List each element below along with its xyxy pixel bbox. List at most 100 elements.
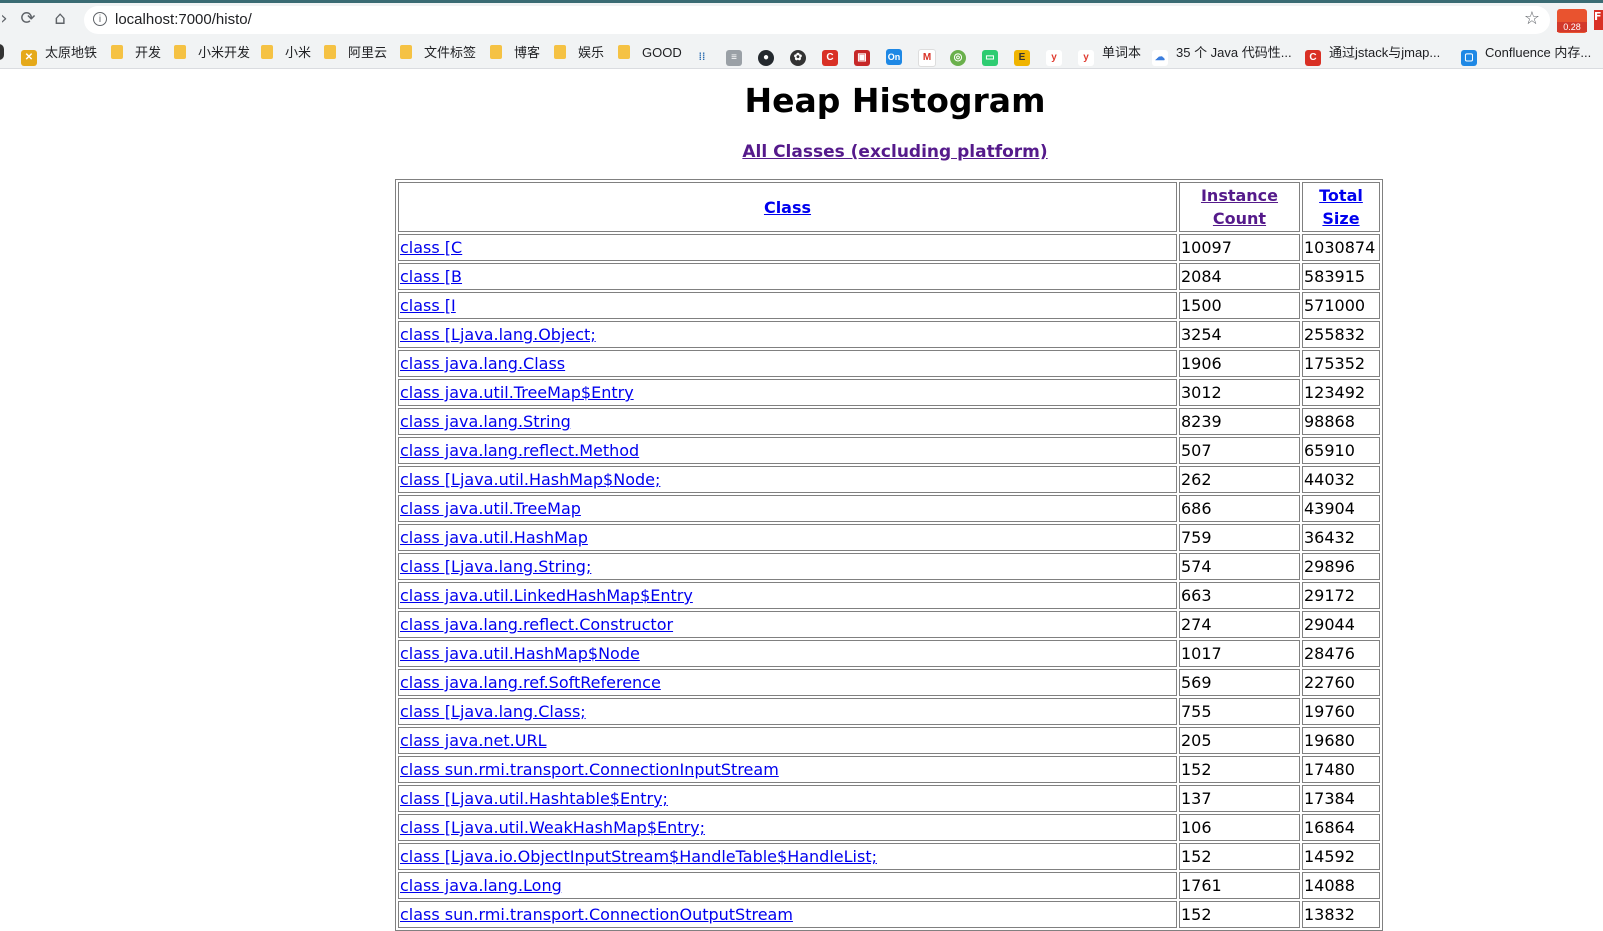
class-link[interactable]: class sun.rmi.transport.ConnectionInputS… [400,760,779,779]
instance-count-cell: 574 [1179,553,1300,580]
class-link[interactable]: class [Ljava.lang.String; [400,557,591,576]
total-size-cell: 29172 [1302,582,1380,609]
class-link[interactable]: class java.lang.Long [400,876,562,895]
bookmark-icon-2[interactable]: ≡ [726,44,750,66]
table-row: class java.lang.Class 1906 175352 [398,350,1380,377]
class-link[interactable]: class java.util.HashMap$Node [400,644,640,663]
bookmark-icon-5[interactable]: C [822,44,846,66]
class-link[interactable]: class java.lang.reflect.Constructor [400,615,673,634]
instance-count-cell: 3012 [1179,379,1300,406]
total-size-cell: 36432 [1302,524,1380,551]
class-link[interactable]: class java.net.URL [400,731,547,750]
class-cell: class java.lang.Long [398,872,1177,899]
on-icon: On [886,49,902,65]
sort-by-count-link[interactable]: Instance Count [1201,186,1278,228]
bookmark-icon-8[interactable]: M [918,44,944,67]
class-link[interactable]: class [Ljava.lang.Object; [400,325,596,344]
all-classes-link[interactable]: All Classes (excluding platform) [0,142,1603,162]
sort-by-class-link[interactable]: Class [764,198,811,217]
forward-icon[interactable]: › [0,9,14,29]
address-bar[interactable]: i localhost:7000/histo/ ☆ [84,6,1550,34]
instance-count-cell: 759 [1179,524,1300,551]
folder-icon [400,45,412,59]
table-row: class java.util.TreeMap$Entry 3012 123492 [398,379,1380,406]
total-size-cell: 17480 [1302,756,1380,783]
bookmark-icon-10[interactable]: ▭ [982,44,1006,66]
class-cell: class java.util.HashMap$Node [398,640,1177,667]
bookmark-wordbook[interactable]: y 单词本 [1078,44,1141,66]
total-size-cell: 17384 [1302,785,1380,812]
table-row: class [Ljava.lang.Object; 3254 255832 [398,321,1380,348]
bookmark-icon-3[interactable]: ● [758,44,782,66]
table-row: class java.util.HashMap 759 36432 [398,524,1380,551]
class-link[interactable]: class java.util.TreeMap$Entry [400,383,634,402]
reload-icon[interactable]: ⟳ [18,9,38,29]
class-link[interactable]: class java.lang.reflect.Method [400,441,639,460]
bookmark-icon-1[interactable]: ⁞⁞ [694,44,718,66]
youdao-icon: y [1078,50,1094,66]
total-size-cell: 22760 [1302,669,1380,696]
class-cell: class java.lang.ref.SoftReference [398,669,1177,696]
extension-edge-icon[interactable]: F [1594,10,1603,30]
bookmark-icon-6[interactable]: ▣ [854,44,878,66]
folder-icon [490,45,502,59]
class-link[interactable]: class java.lang.String [400,412,571,431]
bookmark-apps-edge[interactable] [0,44,12,62]
total-size-cell: 43904 [1302,495,1380,522]
folder-icon [111,45,123,59]
bookmark-folder-file-tags[interactable]: 文件标签 [400,44,476,62]
class-cell: class java.util.TreeMap$Entry [398,379,1177,406]
header-instance-count: Instance Count [1179,182,1300,232]
bookmark-icon-11[interactable]: E [1014,44,1038,66]
class-link[interactable]: class [Ljava.lang.Class; [400,702,586,721]
class-link[interactable]: class java.util.TreeMap [400,499,581,518]
bookmark-java-perf[interactable]: ☁ 35 个 Java 代码性... [1152,44,1292,66]
csdn-icon: C [822,50,838,66]
class-link[interactable]: class java.lang.Class [400,354,565,373]
class-link[interactable]: class [I [400,296,456,315]
bookmark-folder-dev[interactable]: 开发 [111,44,161,62]
sort-by-size-link[interactable]: Total Size [1319,186,1363,228]
wechat-icon: ◎ [950,50,966,66]
instance-count-cell: 152 [1179,843,1300,870]
class-cell: class java.util.TreeMap [398,495,1177,522]
bookmark-jstack-jmap[interactable]: C 通过jstack与jmap... [1305,44,1440,66]
class-link[interactable]: class java.util.LinkedHashMap$Entry [400,586,693,605]
address-url[interactable]: localhost:7000/histo/ [115,11,252,28]
class-link[interactable]: class java.util.HashMap [400,528,588,547]
bookmark-folder-aliyun[interactable]: 阿里云 [324,44,387,62]
total-size-cell: 44032 [1302,466,1380,493]
home-icon[interactable]: ⌂ [50,9,70,29]
bookmark-folder-mi-dev[interactable]: 小米开发 [174,44,250,62]
class-link[interactable]: class [Ljava.util.WeakHashMap$Entry; [400,818,705,837]
total-size-cell: 1030874 [1302,234,1380,261]
cloud-icon: ☁ [1152,50,1168,66]
bookmark-taiyuan-subway[interactable]: ✕ 太原地铁 [21,44,97,66]
table-row: class java.lang.reflect.Method 507 65910 [398,437,1380,464]
class-link[interactable]: class [Ljava.util.HashMap$Node; [400,470,660,489]
bookmark-folder-entertainment[interactable]: 娱乐 [554,44,604,62]
total-size-cell: 13832 [1302,901,1380,928]
bookmark-icon-9[interactable]: ◎ [950,44,974,66]
bookmark-confluence[interactable]: ▢ Confluence 内存... [1461,44,1591,66]
table-row: class [Ljava.util.Hashtable$Entry; 137 173… [398,785,1380,812]
class-link[interactable]: class [B [400,267,462,286]
bookmark-icon-12[interactable]: y [1046,44,1070,66]
youdao-icon: y [1046,50,1062,66]
bookmark-folder-good[interactable]: GOOD [618,44,682,62]
instance-count-cell: 262 [1179,466,1300,493]
class-link[interactable]: class java.lang.ref.SoftReference [400,673,661,692]
bookmark-icon-7[interactable]: On [886,44,910,65]
class-link[interactable]: class sun.rmi.transport.ConnectionOutput… [400,905,793,924]
site-info-icon[interactable]: i [93,12,107,26]
bookmark-star-icon[interactable]: ☆ [1524,8,1540,29]
class-link[interactable]: class [C [400,238,462,257]
bookmark-icon-4[interactable]: ✿ [790,44,814,66]
extension-icon[interactable]: 0.28 [1557,9,1587,33]
class-link[interactable]: class [Ljava.util.Hashtable$Entry; [400,789,668,808]
folder-icon [261,45,273,59]
bookmark-folder-blog[interactable]: 博客 [490,44,540,62]
total-size-cell: 14088 [1302,872,1380,899]
total-size-cell: 29044 [1302,611,1380,638]
bookmark-folder-mi[interactable]: 小米 [261,44,311,62]
